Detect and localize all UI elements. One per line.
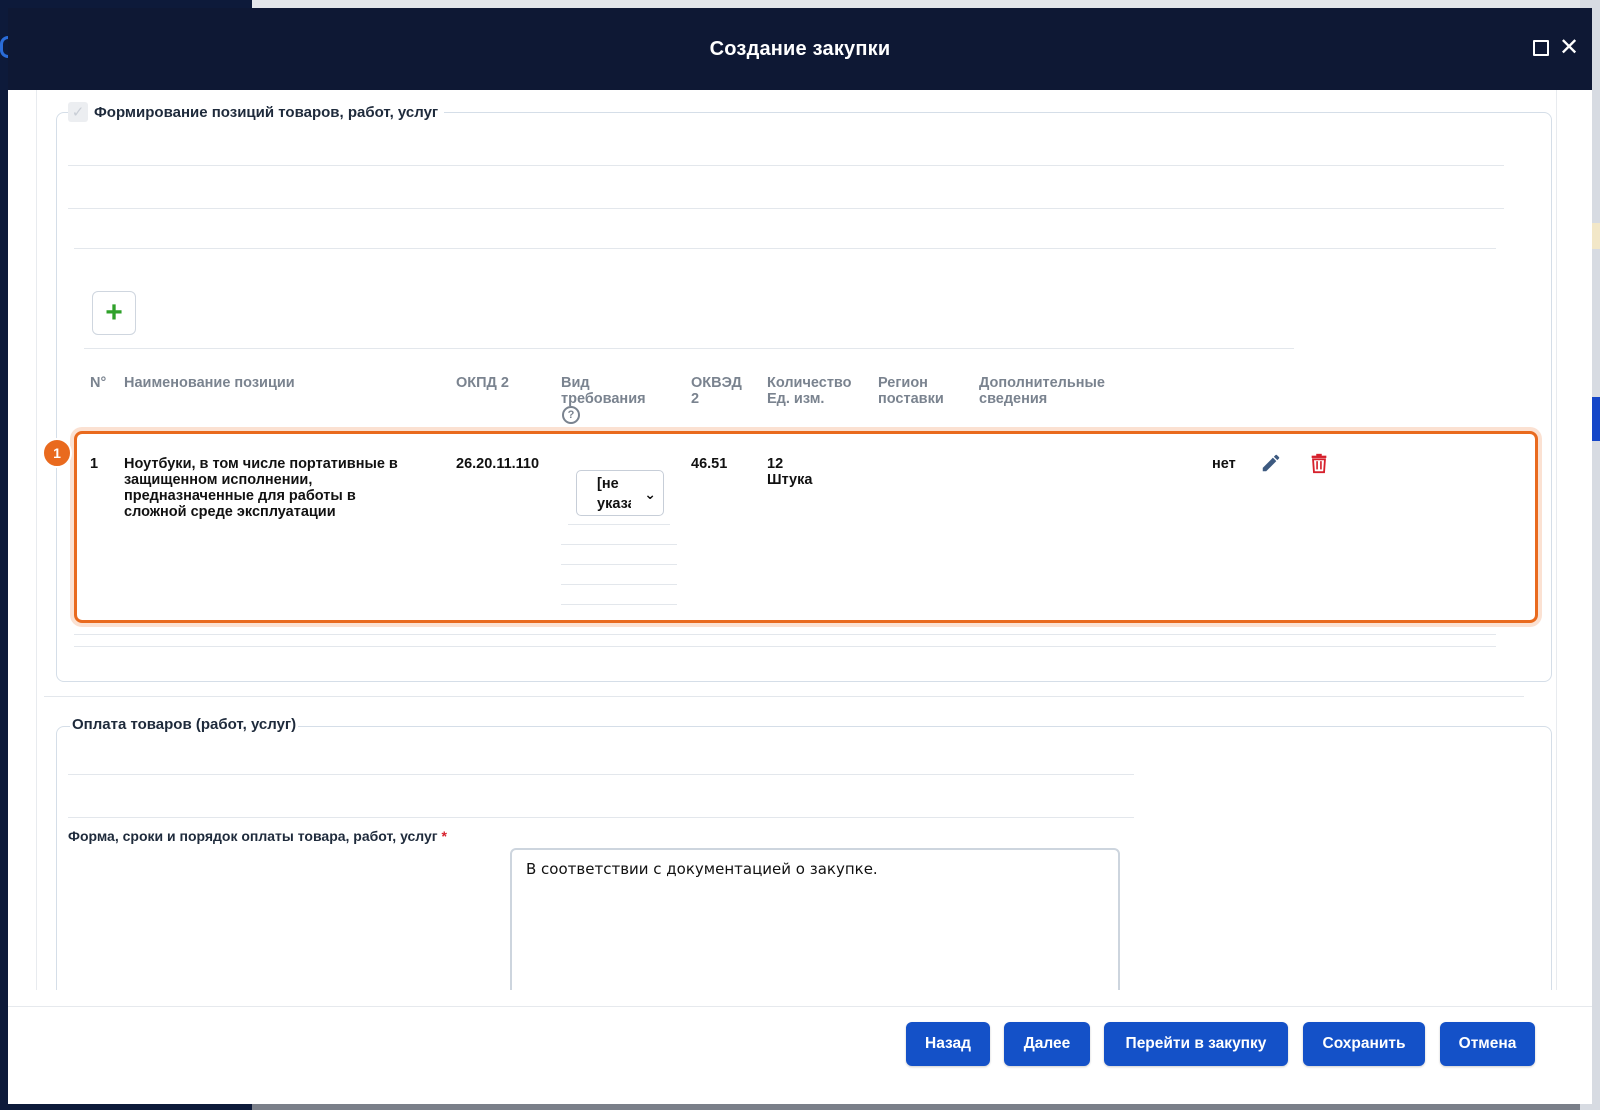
divider — [68, 165, 1504, 166]
col-quantity: Количество Ед. изм. — [767, 375, 852, 407]
cancel-button[interactable]: Отмена — [1440, 1022, 1535, 1066]
row-badge: 1 — [42, 438, 72, 468]
divider — [68, 208, 1504, 209]
back-button[interactable]: Назад — [906, 1022, 990, 1066]
row-okpd: 26.20.11.110 — [456, 456, 540, 472]
col-okved: ОКВЭД 2 — [691, 375, 742, 407]
next-button[interactable]: Далее — [1004, 1022, 1090, 1066]
payment-legend: Оплата товаров (работ, услуг) — [70, 716, 299, 733]
required-mark: * — [441, 828, 447, 844]
col-name: Наименование позиции — [124, 375, 295, 391]
background-logo — [0, 36, 8, 58]
trash-icon[interactable] — [1308, 452, 1330, 474]
positions-legend-text: Формирование позиций товаров, работ, усл… — [94, 103, 439, 121]
row-name: Ноутбуки, в том числе портативные в защи… — [124, 456, 398, 520]
divider — [68, 774, 1134, 775]
background-topbar — [252, 0, 1600, 8]
positions-legend: ✓ Формирование позиций товаров, работ, у… — [68, 102, 445, 122]
create-purchase-modal: Создание закупки ✕ ✓ Формирование позици… — [8, 8, 1592, 1104]
divider — [74, 248, 1496, 249]
row-okved: 46.51 — [691, 456, 728, 472]
add-position-button[interactable]: + — [92, 291, 136, 335]
col-extra: Дополнительные сведения — [979, 375, 1105, 407]
modal-body: ✓ Формирование позиций товаров, работ, у… — [8, 90, 1592, 990]
payment-field-label: Форма, сроки и порядок оплаты товара, ра… — [68, 828, 447, 844]
divider — [74, 634, 1496, 635]
help-icon[interactable]: ? — [562, 406, 580, 424]
row-num: 1 — [90, 456, 99, 472]
row-extra: нет — [1212, 456, 1236, 472]
plus-icon: + — [105, 296, 123, 329]
save-button[interactable]: Сохранить — [1303, 1022, 1425, 1066]
chevron-down-icon: ⌄ — [644, 486, 656, 502]
requirement-type-select[interactable]: [не указано] ⌄ — [576, 470, 664, 516]
divider — [84, 348, 1294, 349]
col-req-type: Вид требования — [561, 375, 646, 407]
divider — [44, 696, 1524, 697]
col-okpd: ОКПД 2 — [456, 375, 509, 391]
section-checkbox[interactable]: ✓ — [68, 102, 88, 122]
col-region: Регион поставки — [878, 375, 944, 407]
close-icon[interactable]: ✕ — [1559, 36, 1579, 60]
go-to-purchase-button[interactable]: Перейти в закупку — [1104, 1022, 1288, 1066]
modal-header: Создание закупки ✕ — [8, 8, 1592, 90]
row-quantity: 12 Штука — [767, 456, 813, 488]
requirement-type-value: [не указано] — [597, 476, 631, 512]
pencil-icon[interactable] — [1260, 452, 1282, 474]
maximize-icon[interactable] — [1531, 38, 1551, 58]
divider — [74, 646, 1496, 647]
footer-divider — [8, 1006, 1592, 1007]
modal-title: Создание закупки — [709, 37, 891, 60]
col-num: N° — [90, 375, 107, 391]
divider — [68, 817, 1134, 818]
payment-terms-textarea[interactable]: В соответствии с документацией о закупке… — [510, 848, 1120, 990]
